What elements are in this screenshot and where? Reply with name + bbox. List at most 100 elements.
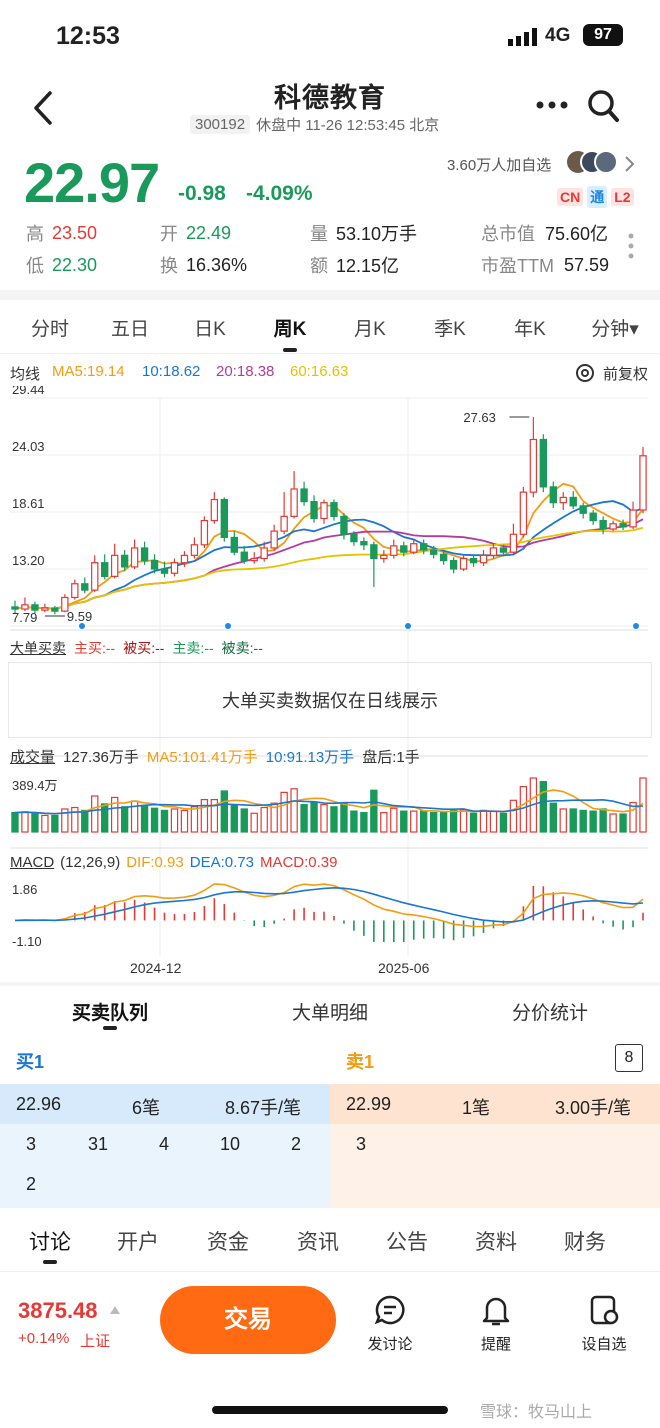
tab-announcement[interactable]: 公告: [386, 1226, 428, 1256]
macd-label[interactable]: MACD: [10, 854, 54, 871]
adjust-mode[interactable]: 前复权: [603, 363, 648, 384]
tab-order-queue[interactable]: 买卖队列: [72, 998, 148, 1025]
price-tick-label: 13.20: [12, 553, 45, 568]
stat-high: 高 23.50: [26, 222, 98, 245]
quote-panel: 22.97 -0.98 -4.09% 3.60万人加自选 CN 通 L2 高 23…: [0, 148, 660, 288]
market-status: 休盘中 11-26 12:53:45 北京: [256, 117, 440, 134]
tab-open-account[interactable]: 开户: [117, 1226, 159, 1256]
watchers-count[interactable]: 3.60万人加自选: [447, 154, 551, 175]
buy-queue-item: 2: [26, 1174, 37, 1194]
price-tick-label: 29.44: [12, 386, 45, 397]
volume-ma10-line: [14, 798, 644, 815]
volume-bar: [360, 811, 368, 833]
volume-bar: [150, 807, 159, 833]
candle-body: [509, 533, 518, 553]
cn-badge[interactable]: CN: [557, 188, 584, 206]
index-value[interactable]: 3875.48: [18, 1298, 98, 1324]
candle-body: [579, 505, 587, 514]
volume-header: 成交量 127.36万手 MA5:101.41万手 10:91.13万手 盘后:…: [10, 746, 420, 767]
watchlist-icon: [590, 1295, 619, 1325]
volume-bar: [190, 806, 199, 833]
candle-body: [639, 455, 647, 511]
volume-bar: [469, 812, 478, 833]
network-label: 4G: [545, 25, 571, 46]
bigorder-header: 大单买卖 主买:-- 被买:-- 主卖:-- 被卖:--: [10, 638, 263, 658]
candle-body: [380, 554, 388, 560]
tab-minute[interactable]: 分钟▾: [591, 314, 639, 341]
candle-body: [529, 438, 538, 493]
sell-count: 1笔: [462, 1098, 491, 1118]
watchlist-button[interactable]: 设自选: [574, 1294, 634, 1354]
volume-bar: [160, 809, 169, 833]
chevron-right-icon[interactable]: [624, 155, 636, 173]
tab-quarter-k[interactable]: 季K: [434, 314, 466, 341]
candle-body: [180, 554, 189, 564]
macd-top: 1.86: [12, 882, 38, 897]
macd-dea: DEA:0.73: [189, 854, 254, 871]
main-sell: 主卖:--: [172, 640, 214, 656]
tab-fenshi[interactable]: 分时: [31, 314, 69, 341]
vertical-more-icon[interactable]: [627, 232, 635, 260]
separator: [0, 290, 660, 300]
last-price: 22.97: [24, 151, 160, 214]
volume-bar: [609, 813, 617, 833]
candle-body: [619, 523, 627, 528]
trade-button[interactable]: 交易: [160, 1286, 336, 1354]
tab-wuri[interactable]: 五日: [111, 314, 149, 341]
tab-discussion[interactable]: 讨论: [29, 1226, 71, 1256]
candle-body: [71, 583, 79, 599]
volume-bar: [429, 811, 438, 833]
avatar-group-icon[interactable]: [566, 149, 620, 177]
index-change: +0.14%: [18, 1330, 70, 1347]
candle-body: [499, 547, 508, 553]
sell-queue-item: 3: [356, 1134, 367, 1154]
candles: [11, 417, 647, 615]
alert-button[interactable]: 提醒: [466, 1294, 526, 1354]
search-icon[interactable]: [586, 88, 620, 124]
depth-selector[interactable]: 8: [615, 1044, 643, 1072]
ma10-value: 10:18.62: [142, 363, 201, 380]
tab-funds[interactable]: 资金: [207, 1226, 249, 1256]
connect-badge[interactable]: 通: [587, 186, 608, 208]
volume-bar: [350, 810, 358, 833]
candle-body: [140, 547, 149, 562]
candle-body: [220, 498, 229, 539]
candle-body: [200, 519, 209, 546]
tab-week-k[interactable]: 周K: [274, 314, 307, 341]
bigorder-label[interactable]: 大单买卖: [10, 638, 66, 658]
tab-day-k[interactable]: 日K: [194, 314, 226, 341]
more-icon[interactable]: [535, 100, 569, 110]
volume-bar: [330, 806, 338, 833]
tab-year-k[interactable]: 年K: [514, 314, 546, 341]
watermark: 雪球：牧马山上: [480, 1404, 593, 1421]
tab-financials[interactable]: 财务: [564, 1226, 606, 1256]
tab-month-k[interactable]: 月K: [354, 314, 386, 341]
ma60-value: 60:16.63: [290, 363, 349, 380]
tab-news[interactable]: 资讯: [297, 1226, 339, 1256]
candle-body: [91, 562, 99, 591]
l2-badge[interactable]: L2: [611, 188, 634, 206]
volume-label[interactable]: 成交量: [10, 746, 55, 767]
tab-profile[interactable]: 资料: [475, 1226, 517, 1256]
discuss-label: 发讨论: [367, 1336, 413, 1353]
candle-body: [280, 515, 288, 532]
candle-body: [569, 496, 577, 507]
after-hours: 盘后:1手: [362, 749, 420, 766]
buy-count: 6笔: [132, 1098, 161, 1118]
tab-price-stats[interactable]: 分价统计: [512, 998, 588, 1025]
volume-bar: [439, 811, 448, 833]
ma-legend: 均线 MA5:19.14 10:18.62 20:18.38 60:16.63 …: [0, 360, 660, 386]
buy-label: 买1: [16, 1052, 45, 1072]
volume-bar: [140, 804, 149, 833]
sell-label: 卖1: [346, 1052, 375, 1072]
stats-grid: 高 23.50 开 22.49 量 53.10万手 总市值 75.60亿 低 22.30 …: [26, 220, 646, 284]
settings-icon[interactable]: [574, 362, 596, 384]
candle-body: [120, 554, 129, 568]
volume-ma10: 10:91.13万手: [265, 749, 355, 766]
discuss-button[interactable]: 发讨论: [360, 1294, 420, 1354]
candle-body: [599, 519, 607, 530]
macd-bottom: -1.10: [12, 934, 42, 949]
tab-big-order-detail[interactable]: 大单明细: [292, 998, 368, 1025]
candle-body: [469, 557, 478, 564]
volume-bar: [120, 806, 129, 833]
